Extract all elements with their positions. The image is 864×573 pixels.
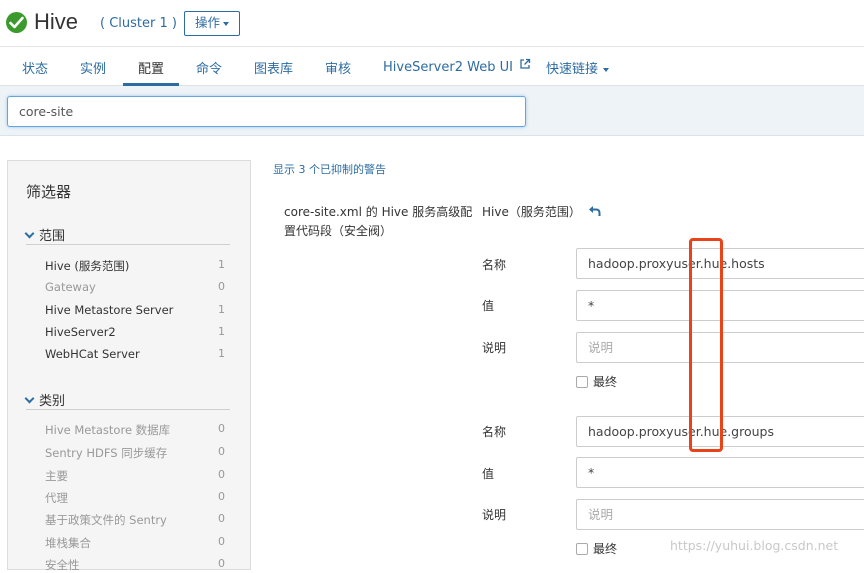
entry-description-label: 说明 [482, 508, 507, 522]
filter-panel: 筛选器 范围 Hive (服务范围) 1 Gateway 0 Hive Meta… [7, 160, 251, 573]
filter-item-category[interactable]: 安全性 [45, 557, 225, 573]
filter-item-gateway[interactable]: Gateway [45, 280, 225, 294]
suppressed-warnings-link[interactable]: 显示 3 个已抑制的警告 [273, 161, 386, 177]
checkbox-icon [576, 376, 588, 388]
tab-status[interactable]: 状态 [22, 58, 48, 77]
filter-section-category[interactable]: 类别 [24, 390, 66, 409]
service-title: Hive [34, 9, 79, 34]
filter-item-webhcat-server[interactable]: WebHCat Server [45, 347, 225, 361]
tab-instances[interactable]: 实例 [80, 58, 106, 77]
checkbox-icon [576, 543, 588, 555]
actions-label: 操作 [195, 15, 221, 30]
search-bar [0, 86, 864, 136]
chevron-down-icon [24, 393, 35, 404]
filter-item-category[interactable]: 基于政策文件的 Sentry [45, 512, 225, 528]
filter-item-category[interactable]: Sentry HDFS 同步缓存 [45, 445, 225, 461]
filter-count: 0 [218, 422, 225, 435]
filter-item-hive-service[interactable]: Hive (服务范围) [45, 258, 225, 274]
entry-name-label: 名称 [482, 425, 507, 439]
filter-panel-title: 筛选器 [26, 183, 72, 201]
divider [26, 244, 230, 245]
service-tabs: 状态 实例 配置 命令 图表库 审核 HiveServer2 Web UI 快速… [0, 46, 864, 86]
tab-hiveserver2-webui[interactable]: HiveServer2 Web UI [383, 58, 531, 75]
red-highlight-box [689, 238, 723, 452]
chevron-down-icon [24, 228, 35, 239]
tab-commands[interactable]: 命令 [196, 58, 222, 77]
filter-count: 0 [218, 490, 225, 503]
filter-count: 1 [218, 258, 225, 271]
filter-item-category[interactable]: Hive Metastore 数据库 [45, 422, 225, 438]
filter-item-category[interactable]: 主要 [45, 468, 225, 484]
tab-hiveserver2-webui-label: HiveServer2 Web UI [383, 60, 513, 75]
filter-count: 0 [218, 445, 225, 458]
service-header: Hive ( Cluster 1 ) 操作 [0, 0, 864, 46]
entry-value-input[interactable] [576, 457, 864, 488]
actions-dropdown-button[interactable]: 操作 [184, 11, 240, 36]
property-name: core-site.xml 的 Hive 服务高级配置代码段（安全阀） [284, 205, 473, 238]
filter-count: 0 [218, 535, 225, 548]
filter-section-scope[interactable]: 范围 [24, 225, 66, 244]
tab-quick-links-label: 快速链接 [546, 62, 599, 77]
undo-icon[interactable] [588, 205, 601, 217]
entry-value-label: 值 [482, 467, 495, 481]
entry-final-label: 最终 [593, 375, 618, 389]
entry-final-checkbox[interactable]: 最终 [576, 373, 617, 390]
filter-item-hiveserver2[interactable]: HiveServer2 [45, 325, 225, 339]
tab-audits[interactable]: 审核 [325, 58, 351, 77]
watermark: https://yuhui.blog.csdn.net [670, 538, 839, 553]
filter-item-metastore-server[interactable]: Hive Metastore Server [45, 303, 225, 317]
divider [26, 409, 230, 410]
tab-configuration[interactable]: 配置 [138, 58, 164, 77]
entry-final-checkbox[interactable]: 最终 [576, 540, 617, 557]
filter-item-category[interactable]: 代理 [45, 490, 225, 506]
entry-name-label: 名称 [482, 258, 507, 272]
filter-section-category-label: 类别 [39, 394, 66, 409]
entry-final-label: 最终 [593, 542, 618, 556]
external-link-icon [520, 58, 531, 69]
filter-count: 1 [218, 347, 225, 360]
entry-description-label: 说明 [482, 341, 507, 355]
filter-item-category[interactable]: 堆栈集合 [45, 535, 225, 551]
tab-quick-links[interactable]: 快速链接 [546, 58, 610, 77]
filter-section-scope-label: 范围 [39, 229, 66, 244]
status-ok-icon [6, 12, 27, 33]
filter-count: 0 [218, 280, 225, 293]
caret-down-icon [223, 21, 230, 26]
filter-count: 0 [218, 512, 225, 525]
filter-count: 1 [218, 303, 225, 316]
entry-value-label: 值 [482, 299, 495, 313]
entry-description-input[interactable] [576, 499, 864, 530]
filter-count: 0 [218, 468, 225, 481]
tab-charts[interactable]: 图表库 [254, 58, 293, 77]
property-scope-label: Hive（服务范围） [482, 205, 581, 219]
filter-count: 1 [218, 325, 225, 338]
cluster-link[interactable]: ( Cluster 1 ) [100, 16, 177, 31]
config-search-input[interactable] [7, 96, 526, 127]
caret-down-icon [603, 67, 610, 72]
